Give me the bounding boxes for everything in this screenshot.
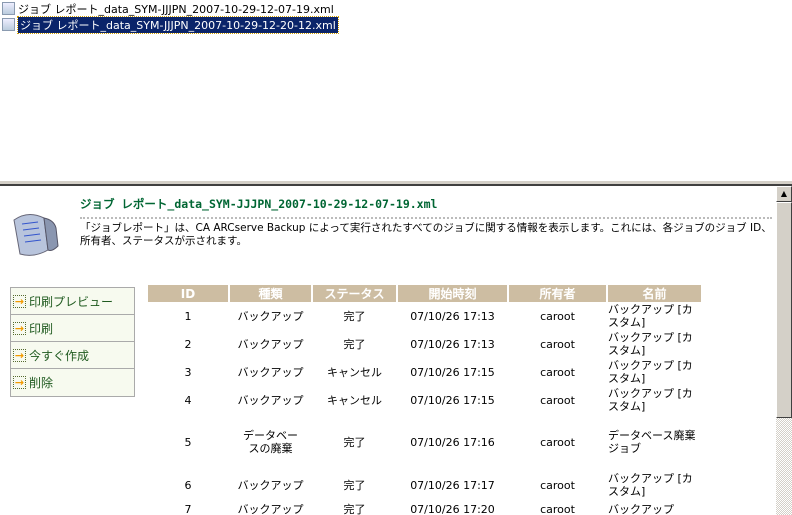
col-status: ステータス — [313, 285, 396, 302]
cell-start-time: 07/10/26 17:20 — [410, 502, 495, 515]
cell-type: バックアップ — [237, 393, 304, 407]
print-button[interactable]: → 印刷 — [11, 315, 134, 342]
table-row: 6 バックアップ 完了 07/10/26 17:17 caroot バックアップ [カスタ… — [148, 470, 701, 500]
cell-name: データベース廃棄ジョブ — [608, 429, 696, 455]
cell-type: バックアップ — [237, 337, 304, 351]
cell-owner: caroot — [540, 337, 575, 351]
report-title: ジョブ レポート_data_SYM-JJJPN_2007-10-29-12-07… — [80, 197, 438, 211]
cell-type: バックアップ — [237, 365, 304, 379]
xml-file-icon — [2, 2, 15, 15]
cell-status: 完了 — [343, 435, 366, 449]
col-start-time: 開始時刻 — [398, 285, 507, 302]
cell-name: バックアップ [カスタム] — [608, 303, 693, 329]
cell-start-time: 07/10/26 17:13 — [410, 309, 495, 323]
scroll-up-icon[interactable]: ▲ — [776, 186, 792, 202]
cell-status: 完了 — [343, 478, 366, 492]
file-item-selected[interactable]: ジョブ レポート_data_SYM-JJJPN_2007-10-29-12-20… — [2, 15, 339, 34]
scrollbar-thumb[interactable] — [776, 202, 792, 418]
cell-status: 完了 — [343, 337, 366, 351]
cell-type: バックアップ — [237, 478, 304, 492]
table-row: 7 バックアップ 完了 07/10/26 17:20 caroot バックアップ — [148, 500, 701, 515]
cell-owner: caroot — [540, 435, 575, 449]
cell-name: バックアップ [カスタム] — [608, 359, 693, 385]
table-row: 3 バックアップ キャンセル 07/10/26 17:15 caroot バックアップ [… — [148, 358, 701, 386]
create-now-button[interactable]: → 今すぐ作成 — [11, 342, 134, 369]
cell-status: キャンセル — [327, 393, 382, 407]
arrow-right-icon: → — [13, 294, 26, 308]
report-scroll-icon — [13, 214, 59, 256]
cell-name: バックアップ [カスタム] — [608, 472, 693, 498]
cell-owner: caroot — [540, 393, 575, 407]
cell-name: バックアップ [カスタム] — [608, 331, 693, 357]
file-item[interactable]: ジョブ レポート_data_SYM-JJJPN_2007-10-29-12-07… — [2, 1, 334, 16]
cell-type: バックアップ — [237, 309, 304, 323]
cell-id: 2 — [184, 337, 192, 351]
report-pane: ジョブ レポート_data_SYM-JJJPN_2007-10-29-12-07… — [0, 186, 776, 515]
job-table: ID 種類 ステータス 開始時刻 所有者 名前 1 バックアップ 完了 07/10/2… — [146, 285, 703, 515]
arrow-right-icon: → — [13, 376, 26, 389]
cell-start-time: 07/10/26 17:13 — [410, 337, 495, 351]
col-id: ID — [148, 285, 228, 302]
vertical-scrollbar[interactable]: ▲ — [776, 186, 792, 515]
col-owner: 所有者 — [509, 285, 606, 302]
cell-start-time: 07/10/26 17:16 — [410, 435, 495, 449]
cell-owner: caroot — [540, 365, 575, 379]
cell-owner: caroot — [540, 309, 575, 323]
xml-file-icon — [2, 18, 15, 31]
arrow-right-icon: → — [13, 348, 26, 362]
table-row: 4 バックアップ キャンセル 07/10/26 17:15 caroot バックアップ [… — [148, 386, 701, 414]
col-name: 名前 — [608, 285, 701, 302]
cell-status: キャンセル — [327, 365, 382, 379]
report-description: 「ジョブレポート」は、CA ARCserve Backup によって実行されたす… — [80, 222, 772, 247]
cell-type: データベースの廃棄 — [243, 429, 298, 455]
cell-start-time: 07/10/26 17:15 — [410, 393, 495, 407]
table-row: 2 バックアップ 完了 07/10/26 17:13 caroot バックアップ [カスタ… — [148, 330, 701, 358]
cell-start-time: 07/10/26 17:15 — [410, 365, 495, 379]
cell-name: バックアップ [カスタム] — [608, 387, 693, 413]
table-row: 5 データベースの廃棄 完了 07/10/26 17:16 caroot データベース廃棄… — [148, 414, 701, 470]
divider — [80, 217, 772, 219]
cell-type: バックアップ — [237, 502, 304, 515]
print-preview-button[interactable]: → 印刷プレビュー — [11, 288, 134, 315]
cell-id: 6 — [184, 478, 192, 492]
file-list-pane: ジョブ レポート_data_SYM-JJJPN_2007-10-29-12-07… — [0, 0, 792, 180]
cell-start-time: 07/10/26 17:17 — [410, 478, 495, 492]
cell-id: 7 — [184, 502, 192, 515]
arrow-right-icon: → — [13, 321, 26, 335]
cell-owner: caroot — [540, 478, 575, 492]
table-row: 1 バックアップ 完了 07/10/26 17:13 caroot バックアップ [カスタ… — [148, 302, 701, 330]
cell-id: 3 — [184, 365, 192, 379]
cell-owner: caroot — [540, 502, 575, 515]
delete-button[interactable]: → 削除 — [11, 369, 134, 396]
cell-id: 4 — [184, 393, 192, 407]
cell-id: 1 — [184, 309, 192, 323]
action-menu: → 印刷プレビュー → 印刷 → 今すぐ作成 → 削除 — [10, 287, 135, 397]
cell-status: 完了 — [343, 502, 366, 515]
cell-name: バックアップ — [608, 502, 674, 515]
cell-status: 完了 — [343, 309, 366, 323]
cell-id: 5 — [184, 435, 192, 449]
col-type: 種類 — [230, 285, 311, 302]
